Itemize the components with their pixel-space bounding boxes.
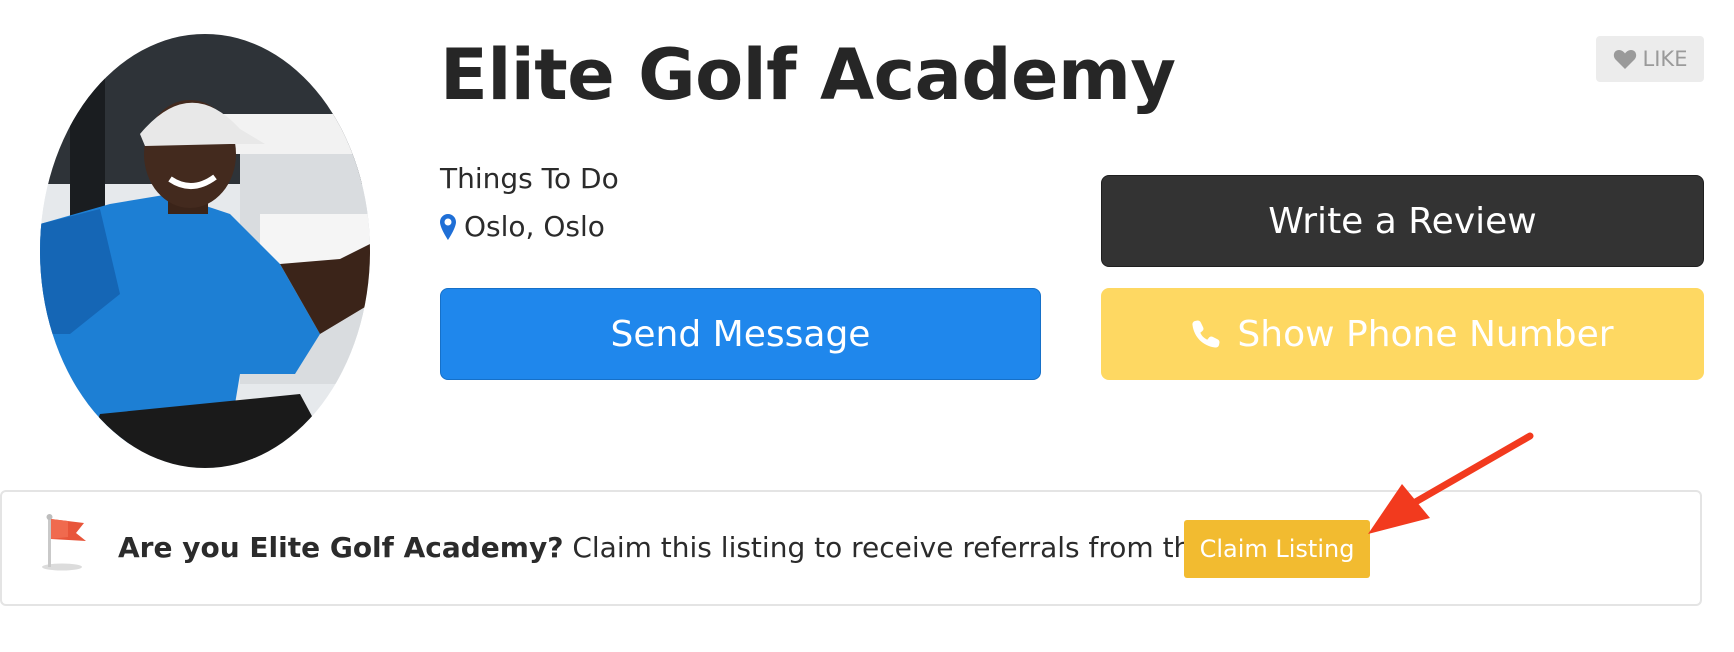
send-message-label: Send Message (610, 313, 871, 355)
listing-location: Oslo, Oslo (440, 210, 605, 244)
profile-photo (40, 34, 370, 468)
location-text: Oslo, Oslo (464, 210, 605, 243)
listing-title: Elite Golf Academy (440, 34, 1176, 116)
write-review-button[interactable]: Write a Review (1101, 175, 1704, 267)
like-label: LIKE (1642, 47, 1688, 71)
show-phone-number-button[interactable]: Show Phone Number (1101, 288, 1704, 380)
phone-icon (1191, 319, 1221, 349)
flag-icon (40, 513, 90, 571)
annotation-arrow-icon (1350, 430, 1540, 540)
claim-listing-label: Claim Listing (1199, 535, 1355, 563)
map-pin-icon (440, 214, 456, 240)
send-message-button[interactable]: Send Message (440, 288, 1041, 380)
listing-category[interactable]: Things To Do (440, 162, 619, 196)
like-button[interactable]: LIKE (1596, 36, 1704, 82)
write-review-label: Write a Review (1268, 200, 1537, 242)
heart-icon (1613, 48, 1637, 70)
claim-question: Are you Elite Golf Academy? (118, 531, 564, 564)
claim-listing-button[interactable]: Claim Listing (1184, 520, 1370, 578)
show-phone-label: Show Phone Number (1237, 313, 1614, 355)
claim-prompt: Are you Elite Golf Academy? Claim this l… (118, 530, 1301, 566)
